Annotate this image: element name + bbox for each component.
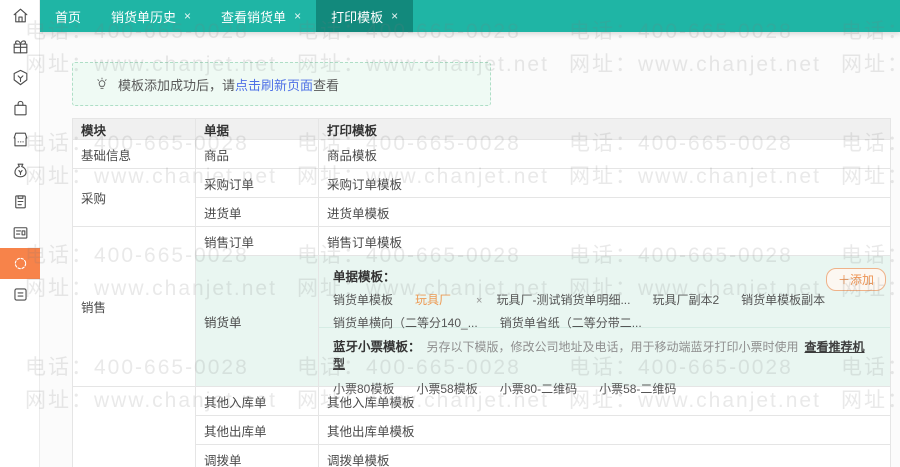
template-cell[interactable]: 调拨单模板 <box>318 444 891 467</box>
table-header-row: 模块 单据 打印模板 <box>72 118 891 140</box>
tab-label: 首页 <box>55 9 82 25</box>
sidebar-item-home[interactable] <box>0 0 40 31</box>
template-cell[interactable]: 其他出库单模板 <box>318 415 891 445</box>
doc-cell: 销货单 <box>195 255 319 387</box>
table-row: 基础信息 商品 商品模板 <box>72 139 891 169</box>
store-icon <box>13 132 27 147</box>
col-header-template: 打印模板 <box>318 118 891 140</box>
main-content: 模板添加成功后，请点击刷新页面查看 模块 单据 打印模板 基础信息 商品 商品模… <box>40 32 900 467</box>
sidebar-item-purchase[interactable] <box>0 93 40 124</box>
doc-cell: 商品 <box>195 139 319 169</box>
tab-label: 销货单历史 <box>111 9 177 25</box>
template-cell[interactable]: 采购订单模板 <box>318 168 891 198</box>
bag-icon <box>13 100 27 116</box>
add-template-button[interactable]: ＋添加 <box>825 268 886 291</box>
doc-templates-title: 单据模板： <box>333 270 396 284</box>
sidebar-item-sync[interactable] <box>0 248 40 279</box>
money-bag-icon <box>13 163 27 178</box>
template-chip[interactable]: 小票80-二维码 <box>500 382 577 396</box>
template-cell[interactable]: 销售订单模板 <box>318 226 891 256</box>
col-header-document: 单据 <box>195 118 319 140</box>
template-chip[interactable]: 玩具厂-测试销货单明细... <box>496 293 630 307</box>
tab-label: 打印模板 <box>331 9 384 25</box>
sales-order-template-cell: 单据模板： 销货单模板 玩具厂 × 玩具厂-测试销货单明细... 玩具厂副本2 销货单模板… <box>318 255 891 396</box>
bluetooth-receipt-section: 蓝牙小票模板： 另存以下模版，修改公司地址及电话，用于移动端蓝牙打印小票时使用 查看… <box>319 328 890 396</box>
table-row: 其他出库单 其他出库单模板 <box>73 415 891 445</box>
doc-cell: 调拨单 <box>195 444 319 467</box>
template-chip[interactable]: 小票80模板 <box>333 382 394 396</box>
sidebar-item-store[interactable] <box>0 124 40 155</box>
sidebar-item-gift[interactable] <box>0 31 40 62</box>
table-row: 进货单 进货单模板 <box>73 197 891 227</box>
info-banner: 模板添加成功后，请点击刷新页面查看 <box>72 62 491 106</box>
invoice-icon <box>13 227 27 239</box>
gift-icon <box>13 40 27 54</box>
sidebar-item-funds[interactable] <box>0 155 40 186</box>
table-row: 调拨单 调拨单模板 <box>73 444 891 467</box>
template-chip[interactable]: 销货单模板 <box>333 293 393 307</box>
template-cell[interactable]: 商品模板 <box>318 139 891 169</box>
bt-templates-title: 蓝牙小票模板： <box>333 340 421 354</box>
template-chip-selected[interactable]: 玩具厂 <box>415 293 452 308</box>
module-cell: 销售 <box>72 226 196 387</box>
template-cell[interactable]: 进货单模板 <box>318 197 891 227</box>
sidebar-item-coupon[interactable] <box>0 62 40 93</box>
tab-bar: 首页 销货单历史 × 查看销货单 × 打印模板 × <box>40 0 900 32</box>
module-cell: 基础信息 <box>72 139 196 169</box>
lightbulb-icon <box>97 77 107 89</box>
doc-cell: 采购订单 <box>195 168 319 198</box>
tab-print-templates[interactable]: 打印模板 × <box>316 0 414 32</box>
template-chip[interactable]: 销货单模板副本 <box>741 293 825 307</box>
clipboard-icon <box>14 195 26 209</box>
bt-templates-desc: 另存以下模版，修改公司地址及电话，用于移动端蓝牙打印小票时使用 <box>426 340 799 354</box>
app-window: 首页 销货单历史 × 查看销货单 × 打印模板 × 模板添加成功后，请点击刷新页… <box>0 0 900 467</box>
table-row: 销售 销售订单 销售订单模板 <box>72 226 891 387</box>
template-chip[interactable]: 玩具厂副本2 <box>652 293 719 307</box>
coupon-icon <box>13 69 27 86</box>
print-template-table: 模块 单据 打印模板 基础信息 商品 商品模板 采购 采购订单 采购订单模板 进… <box>72 118 891 467</box>
close-icon[interactable]: × <box>294 9 301 23</box>
doc-cell: 其他入库单 <box>195 386 319 416</box>
col-header-module: 模块 <box>72 118 196 140</box>
close-icon[interactable]: × <box>391 9 398 23</box>
banner-text: 模板添加成功后，请点击刷新页面查看 <box>118 75 339 94</box>
banner-prefix: 模板添加成功后，请 <box>118 77 236 93</box>
document-templates-section: 单据模板： 销货单模板 玩具厂 × 玩具厂-测试销货单明细... 玩具厂副本2 销货单模板… <box>319 256 890 330</box>
table-row-sales-order: 销货单 单据模板： 销货单模板 玩具厂 × 玩具厂-测试销货单明细... 玩具厂副本2 销… <box>73 255 891 396</box>
sidebar-item-inventory[interactable] <box>0 186 40 217</box>
template-chip[interactable]: 销货单省纸（二等分带二... <box>500 316 642 330</box>
banner-suffix: 查看 <box>313 77 340 93</box>
template-chip[interactable]: 销货单横向（二等分140_... <box>333 316 478 330</box>
sidebar-item-bills[interactable] <box>0 217 40 248</box>
module-cell <box>72 386 196 467</box>
close-icon[interactable]: × <box>184 9 191 23</box>
template-chip-row: 销货单模板 玩具厂 × 玩具厂-测试销货单明细... 玩具厂副本2 销货单模板副本 <box>333 291 876 308</box>
module-cell: 采购 <box>72 168 196 227</box>
home-icon <box>13 8 27 23</box>
template-chip-row: 小票80模板 小票58模板 小票80-二维码 小票58-二维码 <box>333 380 876 397</box>
doc-cell: 进货单 <box>195 197 319 227</box>
refresh-page-link[interactable]: 点击刷新页面 <box>235 78 313 93</box>
tab-view-sales-order[interactable]: 查看销货单 × <box>206 0 316 32</box>
sidebar-item-reports[interactable] <box>0 279 40 310</box>
tab-label: 查看销货单 <box>221 9 287 25</box>
tab-home[interactable]: 首页 <box>40 0 96 32</box>
remove-template-icon[interactable]: × <box>476 295 482 307</box>
template-chip[interactable]: 小票58-二维码 <box>599 382 676 396</box>
template-chip[interactable]: 小票58模板 <box>416 382 477 396</box>
sidebar <box>0 0 40 467</box>
doc-cell: 其他出库单 <box>195 415 319 445</box>
note-icon <box>13 288 27 301</box>
table-row: 采购 采购订单 采购订单模板 <box>72 168 891 227</box>
sync-icon <box>14 257 26 270</box>
doc-cell: 销售订单 <box>195 226 319 256</box>
tab-sales-history[interactable]: 销货单历史 × <box>96 0 206 32</box>
